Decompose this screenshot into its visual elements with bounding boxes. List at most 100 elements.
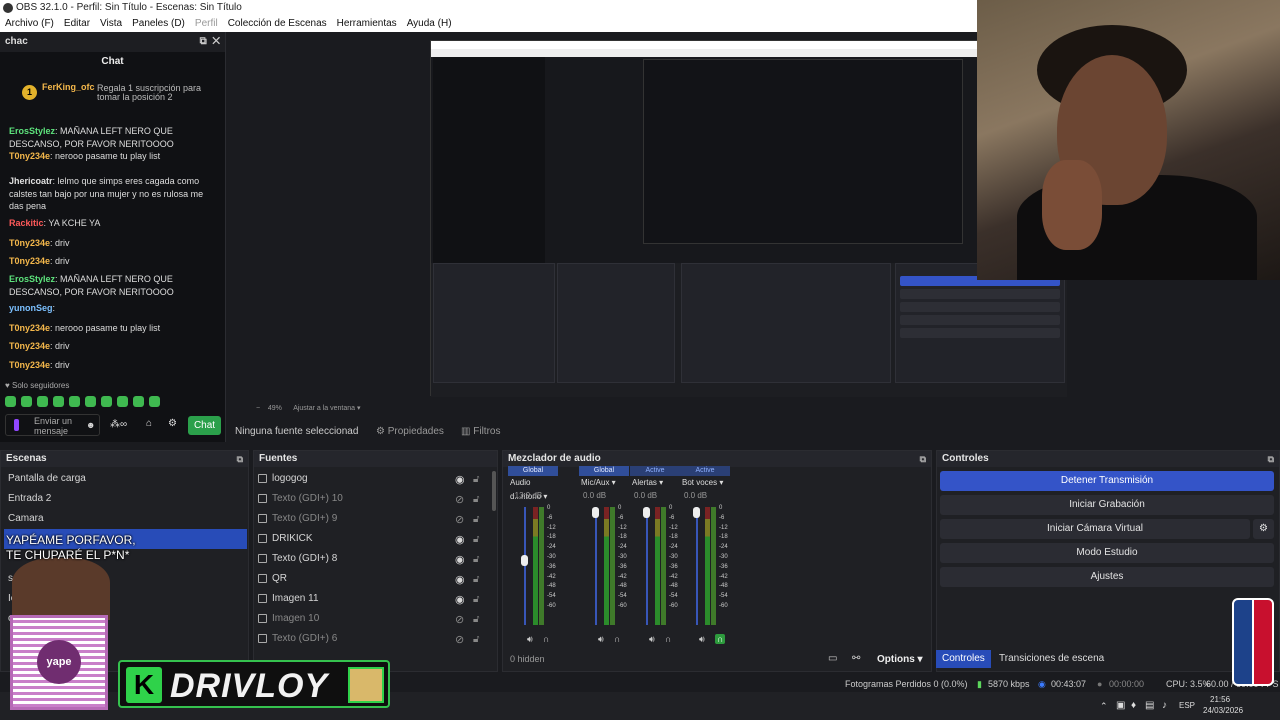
channel-name[interactable]: Mic/Aux ▾	[579, 476, 629, 490]
headphones-icon[interactable]: ∩	[614, 634, 620, 644]
emote-icon[interactable]	[5, 396, 16, 407]
start-virtual-camera-button[interactable]: Iniciar Cámara Virtual	[940, 519, 1250, 539]
speaker-icon[interactable]: 🔊︎	[699, 634, 705, 645]
emote-icon[interactable]	[117, 396, 128, 407]
channel-name[interactable]: Alertas ▾	[630, 476, 680, 490]
volume-fader[interactable]	[696, 507, 698, 625]
link-icon[interactable]: ⚯	[852, 653, 860, 664]
network-icon[interactable]: ▤	[1145, 700, 1154, 711]
properties-button[interactable]: ⚙ Propiedades	[376, 420, 444, 444]
lock-icon[interactable]: 🔓︎	[473, 510, 479, 530]
tab-controles[interactable]: Controles	[936, 650, 991, 668]
popout-icon[interactable]: ⧉	[237, 451, 243, 467]
chat-username[interactable]: yunonSeg	[9, 303, 53, 313]
chat-username[interactable]: Jhericoatr	[9, 176, 53, 186]
start-recording-button[interactable]: Iniciar Grabación	[940, 495, 1274, 515]
chat-username[interactable]: T0ny234e	[9, 238, 50, 248]
chat-username[interactable]: T0ny234e	[9, 256, 50, 266]
eye-icon[interactable]: ◉	[455, 590, 465, 610]
volume-fader[interactable]	[595, 507, 597, 625]
headphones-icon[interactable]: ∩	[543, 634, 549, 644]
chat-username[interactable]: T0ny234e	[9, 151, 50, 161]
gear-icon[interactable]: ⚙	[168, 418, 177, 429]
gift-user[interactable]: FerKing_ofc	[42, 82, 95, 92]
lock-icon[interactable]: 🔓︎	[473, 490, 479, 510]
lock-icon[interactable]: 🔓︎	[473, 630, 479, 650]
eye-icon[interactable]: ◉	[455, 470, 465, 490]
popout-icon[interactable]: ⧉	[1268, 451, 1274, 467]
studio-mode-button[interactable]: Modo Estudio	[940, 543, 1274, 563]
menu-perfil[interactable]: Perfil	[190, 16, 223, 32]
popout-icon[interactable]: ⧉	[920, 451, 926, 467]
chat-username[interactable]: T0ny234e	[9, 341, 50, 351]
zoom-fit-select[interactable]: Ajustar a la ventana	[293, 405, 355, 412]
dock-controls[interactable]: ⧉ ✕	[200, 32, 220, 52]
list-view-icon[interactable]: ▭	[828, 653, 837, 664]
lock-icon[interactable]: 🔓︎	[473, 590, 479, 610]
headphones-icon[interactable]: ∩	[715, 634, 726, 644]
menu-coleccion-escenas[interactable]: Colección de Escenas	[223, 16, 332, 32]
virtual-camera-settings-gear-icon[interactable]: ⚙	[1253, 519, 1274, 539]
emote-icon[interactable]	[149, 396, 160, 407]
channel-name[interactable]: Audio d...ritorio ▾	[508, 476, 558, 501]
chat-username[interactable]: ErosStylez	[9, 126, 55, 136]
store-icon[interactable]: ⌂	[146, 418, 152, 429]
speaker-icon[interactable]: 🔊︎	[649, 634, 655, 645]
emote-icon[interactable]	[133, 396, 144, 407]
tab-transiciones[interactable]: Transiciones de escena	[993, 650, 1110, 668]
emote-icon[interactable]	[69, 396, 80, 407]
source-item[interactable]: Texto (GDI+) 6 ⊘ 🔓︎	[254, 629, 494, 649]
source-item[interactable]: logogog ◉ 🔓︎	[254, 469, 494, 489]
emoji-icon[interactable]: ☻	[86, 420, 95, 430]
eye-icon[interactable]: ◉	[455, 550, 465, 570]
chevron-down-icon[interactable]: ▾	[357, 405, 361, 412]
mic-tray-icon[interactable]: ♦	[1131, 700, 1136, 711]
lock-icon[interactable]: 🔓︎	[473, 530, 479, 550]
chat-username[interactable]: Rackitic	[9, 218, 44, 228]
channel-name[interactable]: Bot voces ▾	[680, 476, 730, 490]
source-item[interactable]: Texto (GDI+) 10 ⊘ 🔓︎	[254, 489, 494, 509]
lock-icon[interactable]: 🔓︎	[473, 550, 479, 570]
source-item[interactable]: Imagen 10 ⊘ 🔓︎	[254, 609, 494, 629]
lock-icon[interactable]: 🔓︎	[473, 610, 479, 630]
menu-herramientas[interactable]: Herramientas	[332, 16, 402, 32]
source-item[interactable]: Imagen 11 ◉ 🔓︎	[254, 589, 494, 609]
scene-item[interactable]: Camara	[1, 509, 248, 529]
lock-icon[interactable]: 🔓︎	[473, 470, 479, 490]
chat-send-button[interactable]: Chat	[188, 416, 221, 435]
eye-hidden-icon[interactable]: ⊘	[455, 630, 464, 650]
emote-icon[interactable]	[37, 396, 48, 407]
volume-fader[interactable]	[646, 507, 648, 625]
speaker-icon[interactable]: 🔊︎	[527, 634, 533, 645]
volume-fader-handle[interactable]	[643, 507, 650, 518]
volume-fader-handle[interactable]	[693, 507, 700, 518]
headphones-icon[interactable]: ∩	[665, 634, 671, 644]
language-indicator[interactable]: ESP	[1179, 701, 1195, 710]
eye-icon[interactable]: ◉	[455, 530, 465, 550]
eye-hidden-icon[interactable]: ⊘	[455, 510, 464, 530]
menu-archivo[interactable]: Archivo (F)	[0, 16, 59, 32]
volume-icon[interactable]: ♪	[1162, 700, 1167, 711]
eye-hidden-icon[interactable]: ⊘	[455, 490, 464, 510]
scene-item[interactable]: Entrada 2	[1, 489, 248, 509]
scene-item[interactable]: Pantalla de carga	[1, 469, 248, 489]
zoom-out-icon[interactable]: −	[256, 405, 260, 412]
source-item[interactable]: Texto (GDI+) 9 ⊘ 🔓︎	[254, 509, 494, 529]
mixer-options-button[interactable]: Options ▾	[877, 654, 923, 665]
chat-username[interactable]: T0ny234e	[9, 323, 50, 333]
speaker-icon[interactable]: 🔊︎	[598, 634, 604, 645]
chat-username[interactable]: T0ny234e	[9, 360, 50, 370]
volume-fader-handle[interactable]	[592, 507, 599, 518]
clock-time[interactable]: 21:56	[1210, 695, 1230, 704]
source-item[interactable]: DRIKICK ◉ 🔓︎	[254, 529, 494, 549]
chat-username[interactable]: ErosStylez	[9, 274, 55, 284]
lock-icon[interactable]: 🔓︎	[473, 570, 479, 590]
menu-ayuda[interactable]: Ayuda (H)	[402, 16, 457, 32]
eye-icon[interactable]: ◉	[455, 570, 465, 590]
volume-fader-handle[interactable]	[521, 555, 528, 567]
points-icon[interactable]: ⁂∞	[110, 419, 127, 430]
tray-app-icon[interactable]: ▣	[1116, 700, 1125, 711]
emote-icon[interactable]	[85, 396, 96, 407]
clock-date[interactable]: 24/03/2026	[1203, 706, 1243, 715]
eye-hidden-icon[interactable]: ⊘	[455, 610, 464, 630]
